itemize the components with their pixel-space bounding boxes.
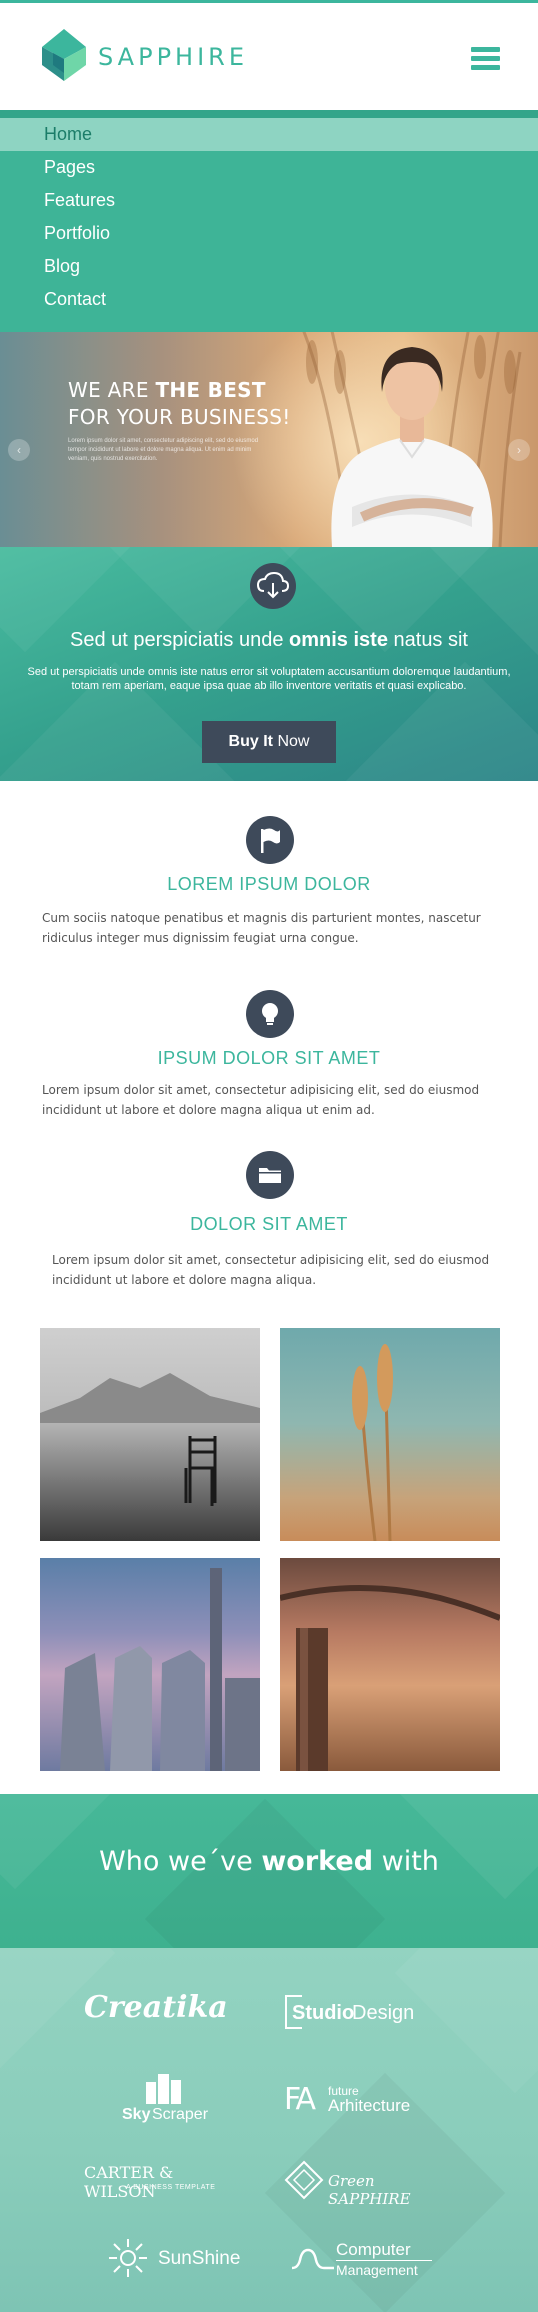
nav-item-features[interactable]: Features [0, 184, 538, 217]
lightbulb-icon [246, 990, 294, 1038]
carter-sublabel: A BUSINESS TEMPLATE [126, 2184, 216, 2191]
cta-title-bold: omnis iste [289, 629, 388, 651]
nav-item-pages[interactable]: Pages [0, 151, 538, 184]
buy-button-rest: Now [273, 733, 310, 750]
skyscraper-buildings-icon [146, 2074, 181, 2104]
computer-wave-icon [292, 2248, 334, 2270]
buy-it-now-button[interactable]: Buy It Now [202, 721, 336, 763]
client-logo-studio-design[interactable]: Studio Design [284, 1994, 424, 2030]
green-sapphire-label: Green SAPPHIRE [328, 2172, 411, 2208]
slider-next-arrow-icon[interactable]: › [508, 439, 530, 461]
brand-name[interactable]: SAPPHIRE [98, 43, 248, 71]
nav-item-contact[interactable]: Contact [0, 283, 538, 316]
hero-body-text: Lorem ipsum dolor sit amet, consectetur … [68, 438, 259, 462]
cta-title: Sed ut perspiciatis unde omnis iste natu… [0, 629, 538, 652]
cta-title-prefix: Sed ut perspiciatis unde [70, 629, 290, 651]
fa-line2: Arhitecture [328, 2096, 411, 2115]
slider-prev-arrow-icon[interactable]: ‹ [8, 439, 30, 461]
computer-line2: Management [336, 2262, 418, 2278]
feature-text-3: Lorem ipsum dolor sit amet, consectetur … [52, 1253, 490, 1287]
hero-slider: WE ARE THE BEST FOR YOUR BUSINESS! Lorem… [0, 332, 538, 547]
client-logo-computer-management[interactable]: Computer Management [292, 2240, 442, 2280]
feature-title-3: DOLOR SIT AMET [190, 1214, 348, 1234]
computer-line1: Computer [336, 2240, 411, 2259]
wheat-photo[interactable] [280, 1328, 500, 1541]
folder-icon [246, 1151, 294, 1199]
nav-item-portfolio[interactable]: Portfolio [0, 217, 538, 250]
feature-text-2: Lorem ipsum dolor sit amet, consectetur … [42, 1083, 480, 1117]
cta-title-suffix: natus sit [387, 629, 469, 651]
nav-item-home[interactable]: Home [0, 118, 538, 151]
skyscraper-label-b: Scraper [152, 2106, 209, 2123]
cta-section: Sed ut perspiciatis unde omnis iste natu… [0, 547, 538, 781]
green-sapphire-diamond-icon [284, 2160, 324, 2200]
hero-title-bold: THE BEST [155, 378, 266, 402]
worked-with-banner: Who we´ve worked with [0, 1794, 538, 1948]
client-logo-creatika[interactable]: Creatika [84, 1990, 228, 2025]
feature-title-2: IPSUM DOLOR SIT AMET [157, 1048, 381, 1068]
studio-label-b: Design [352, 2002, 415, 2024]
worked-title-suffix: with [373, 1846, 439, 1877]
skyscrapers-photo[interactable] [40, 1558, 260, 1771]
site-header: SAPPHIRE [0, 3, 538, 110]
feature-title-1: LOREM IPSUM DOLOR [167, 874, 371, 894]
buy-button-bold: Buy It [228, 733, 273, 750]
skyscraper-label-a: Sky [122, 2106, 151, 2123]
client-logo-carter-wilson[interactable]: CARTER & WILSON A BUSINESS TEMPLATE [84, 2163, 244, 2201]
hero-title-prefix: WE ARE [68, 378, 156, 402]
worked-with-title: Who we´ve worked with [0, 1846, 538, 1877]
feature-text-1: Cum sociis natoque penatibus et magnis d… [42, 911, 481, 945]
lake-chair-photo[interactable] [40, 1328, 260, 1541]
nav-item-blog[interactable]: Blog [0, 250, 538, 283]
client-logo-sunshine[interactable]: SunShine [108, 2238, 248, 2278]
cloud-download-icon [250, 563, 296, 609]
carter-label: CARTER & WILSON [84, 2163, 174, 2201]
studio-label-a: Studio [292, 2002, 355, 2024]
main-nav: Home Pages Features Portfolio Blog Conta… [0, 110, 538, 332]
client-logo-skyscraper[interactable]: Sky Scraper [122, 2072, 212, 2126]
flag-icon [246, 816, 294, 864]
fa-mark: FA [284, 2082, 316, 2117]
hero-title-line2: FOR YOUR BUSINESS! [68, 405, 291, 429]
hamburger-menu-icon[interactable] [471, 47, 500, 71]
client-logos: Creatika Studio Design Sky Scraper FA futu… [0, 1948, 538, 2312]
computer-divider [336, 2260, 432, 2261]
businesswoman-image [331, 347, 493, 547]
sunshine-sun-icon [109, 2239, 147, 2277]
hero-title: WE ARE THE BEST FOR YOUR BUSINESS! [68, 377, 291, 431]
sapphire-logo-icon[interactable] [42, 29, 86, 81]
cta-text: Sed ut perspiciatis unde omnis iste natu… [27, 666, 511, 692]
sunshine-label: SunShine [158, 2248, 241, 2269]
fence-field-photo[interactable] [280, 1558, 500, 1771]
client-logo-future-arhitecture[interactable]: FA future Arhitecture [284, 2078, 434, 2122]
client-logo-green-sapphire[interactable]: Green SAPPHIRE [284, 2160, 454, 2208]
worked-title-bold: worked [261, 1846, 374, 1877]
worked-title-prefix: Who we´ve [99, 1846, 262, 1877]
